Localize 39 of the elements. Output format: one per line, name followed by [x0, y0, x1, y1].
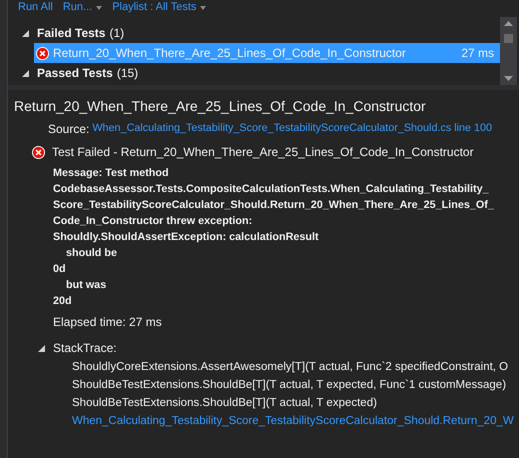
message-line: Code_In_Constructor threw exception:: [53, 214, 254, 229]
stack-frame: ShouldlyCoreExtensions.AssertAwesomely[T](T actual, Func`2 specifiedConstraint, O: [14, 358, 519, 376]
group-count: (1): [109, 26, 124, 40]
test-title: Return_20_When_There_Are_25_Lines_Of_Code_In_Constructor: [14, 98, 427, 114]
source-label: Source:: [48, 122, 90, 136]
error-icon: [36, 46, 49, 60]
source-link[interactable]: When_Calculating_Testability_Score_TestabilityScoreCalculator_Should.cs line 100: [92, 122, 492, 136]
caret-icon: [96, 6, 102, 10]
test-duration: 27 ms: [461, 46, 494, 60]
scroll-down-icon[interactable]: [504, 76, 513, 81]
stacktrace-label: StackTrace:: [53, 341, 117, 355]
message-line: should be: [65, 246, 118, 261]
stack-frame: ShouldBeTestExtensions.ShouldBe[T](T actual, T expected, Func`1 customMessage): [14, 376, 519, 394]
message-line: Message: Test method: [53, 166, 170, 181]
group-count: (15): [116, 66, 138, 80]
toolbar-link[interactable]: Run All: [18, 1, 53, 14]
caret-icon: [200, 6, 206, 10]
elapsed-time: Elapsed time: 27 ms: [52, 315, 163, 329]
error-icon: [32, 146, 45, 158]
group-title[interactable]: Passed Tests: [37, 66, 113, 80]
scroll-up-icon[interactable]: [504, 21, 513, 26]
message-line: 0d: [53, 262, 67, 277]
message-line: Shouldly.ShouldAssertException: calculationResult: [53, 230, 320, 245]
message-line: Score_TestabilityScoreCalculator_Should.Return_20_When_There_Are_25_Lines_Of_: [53, 198, 495, 213]
toolbar-link[interactable]: Run...: [62, 1, 102, 14]
stack-frame-link[interactable]: When_Calculating_Testability_Score_TestabilityScoreCalculator_Should.Return_20_W: [14, 412, 519, 430]
scroll-thumb[interactable]: [504, 34, 513, 43]
result-text: Test Failed - Return_20_When_There_Are_25_Lines_Of_Code_In_Constructor: [52, 145, 474, 159]
toolbar-link[interactable]: Playlist : All Tests: [112, 1, 206, 14]
message-line: but was: [65, 278, 108, 293]
expand-triangle-icon[interactable]: [38, 344, 45, 352]
test-name: Return_20_When_There_Are_25_Lines_Of_Code_In_Constructor: [53, 46, 407, 60]
stack-frame: ShouldBeTestExtensions.ShouldBe[T](T actual, T expected): [14, 394, 519, 412]
expand-triangle-icon[interactable]: [22, 70, 29, 76]
group-title[interactable]: Failed Tests: [37, 26, 106, 40]
expand-triangle-icon[interactable]: [22, 30, 29, 36]
message-line: 20d: [53, 294, 73, 309]
scrollbar[interactable]: [500, 17, 517, 85]
message-line: CodebaseAssessor.Tests.CompositeCalculationTests.When_Calculating_Testability_: [53, 182, 490, 197]
